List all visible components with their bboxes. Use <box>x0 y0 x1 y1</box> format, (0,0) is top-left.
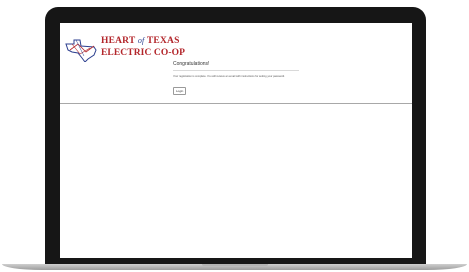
logo-text-line2: ELECTRIC CO-OP <box>101 48 186 58</box>
laptop-base-notch <box>202 264 268 266</box>
login-button[interactable]: Login <box>173 86 187 95</box>
registration-complete-panel: Congratulations! Your registration is co… <box>173 61 303 97</box>
page-title: Congratulations! <box>173 61 299 71</box>
header-divider <box>60 103 412 104</box>
confirmation-message: Your registration is complete. You will … <box>173 75 285 78</box>
logo-heart: HEART <box>101 36 136 46</box>
company-logo[interactable]: HEART of TEXAS ELECTRIC CO-OP <box>64 36 185 66</box>
logo-text-line1: HEART of TEXAS <box>101 36 180 46</box>
texas-map-icon <box>65 39 97 62</box>
logo-of: of <box>137 36 145 45</box>
screen: HEART of TEXAS ELECTRIC CO-OP Congratula… <box>60 23 412 258</box>
logo-texas: TEXAS <box>146 36 180 46</box>
